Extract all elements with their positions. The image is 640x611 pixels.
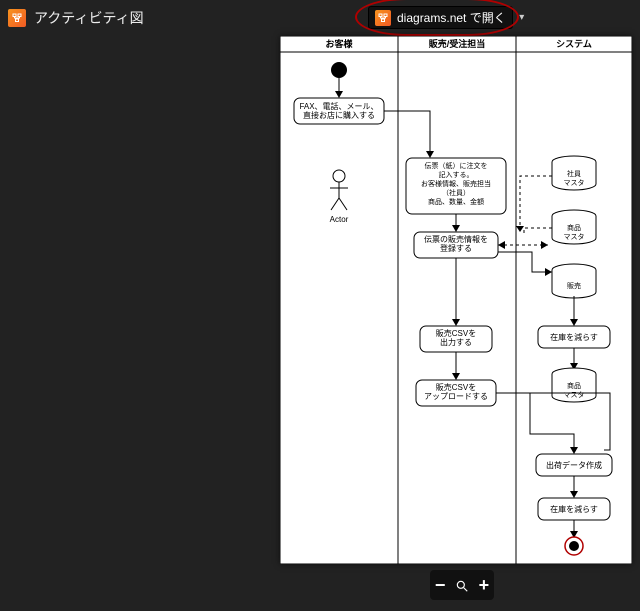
- node-export-csv-text: 販売CSVを出力する: [436, 328, 476, 347]
- lane-header-customer: お客様: [325, 38, 353, 49]
- db-staff: 社員マスタ: [552, 156, 596, 190]
- diagram-canvas[interactable]: お客様 販売/受注担当 システム FAX、電話、メール、直接お店に購入する Ac…: [280, 36, 632, 564]
- start-node: [331, 62, 347, 78]
- lane-header-sales: 販売/受注担当: [429, 38, 486, 49]
- lane-header-system: システム: [556, 39, 592, 49]
- open-dropdown-caret[interactable]: ▾: [513, 7, 531, 29]
- db-sales: 販売: [552, 264, 596, 298]
- node-reduce-stock-1-text: 在庫を減らす: [550, 332, 598, 342]
- app-logo-icon: [8, 9, 26, 27]
- node-fill-slip-text: 伝票（紙）に注文を記入する。お客様情報、販売担当（社員）商品、数量、金額: [421, 161, 491, 206]
- zoom-in-button[interactable]: +: [479, 576, 490, 594]
- node-reduce-stock-2-text: 在庫を減らす: [550, 504, 598, 514]
- open-button-label: diagrams.net で開く: [397, 9, 506, 26]
- open-in-diagrams-button[interactable]: diagrams.net で開く: [368, 6, 513, 29]
- top-bar: アクティビティ図 diagrams.net で開く ▾: [0, 0, 640, 36]
- actor-label: Actor: [330, 215, 349, 224]
- zoom-reset-button[interactable]: [455, 578, 469, 592]
- node-create-shipment-text: 出荷データ作成: [546, 460, 602, 470]
- zoom-out-button[interactable]: −: [435, 576, 446, 594]
- db-product-1: 商品マスタ: [552, 210, 596, 244]
- db-product-2: 商品マスタ: [552, 368, 596, 402]
- diagrams-logo-icon: [375, 10, 391, 26]
- zoom-toolbar: − +: [430, 570, 494, 600]
- page-title: アクティビティ図: [34, 8, 144, 28]
- node-customer-action-text: FAX、電話、メール、直接お店に購入する: [299, 101, 378, 120]
- svg-text:販売: 販売: [567, 281, 581, 290]
